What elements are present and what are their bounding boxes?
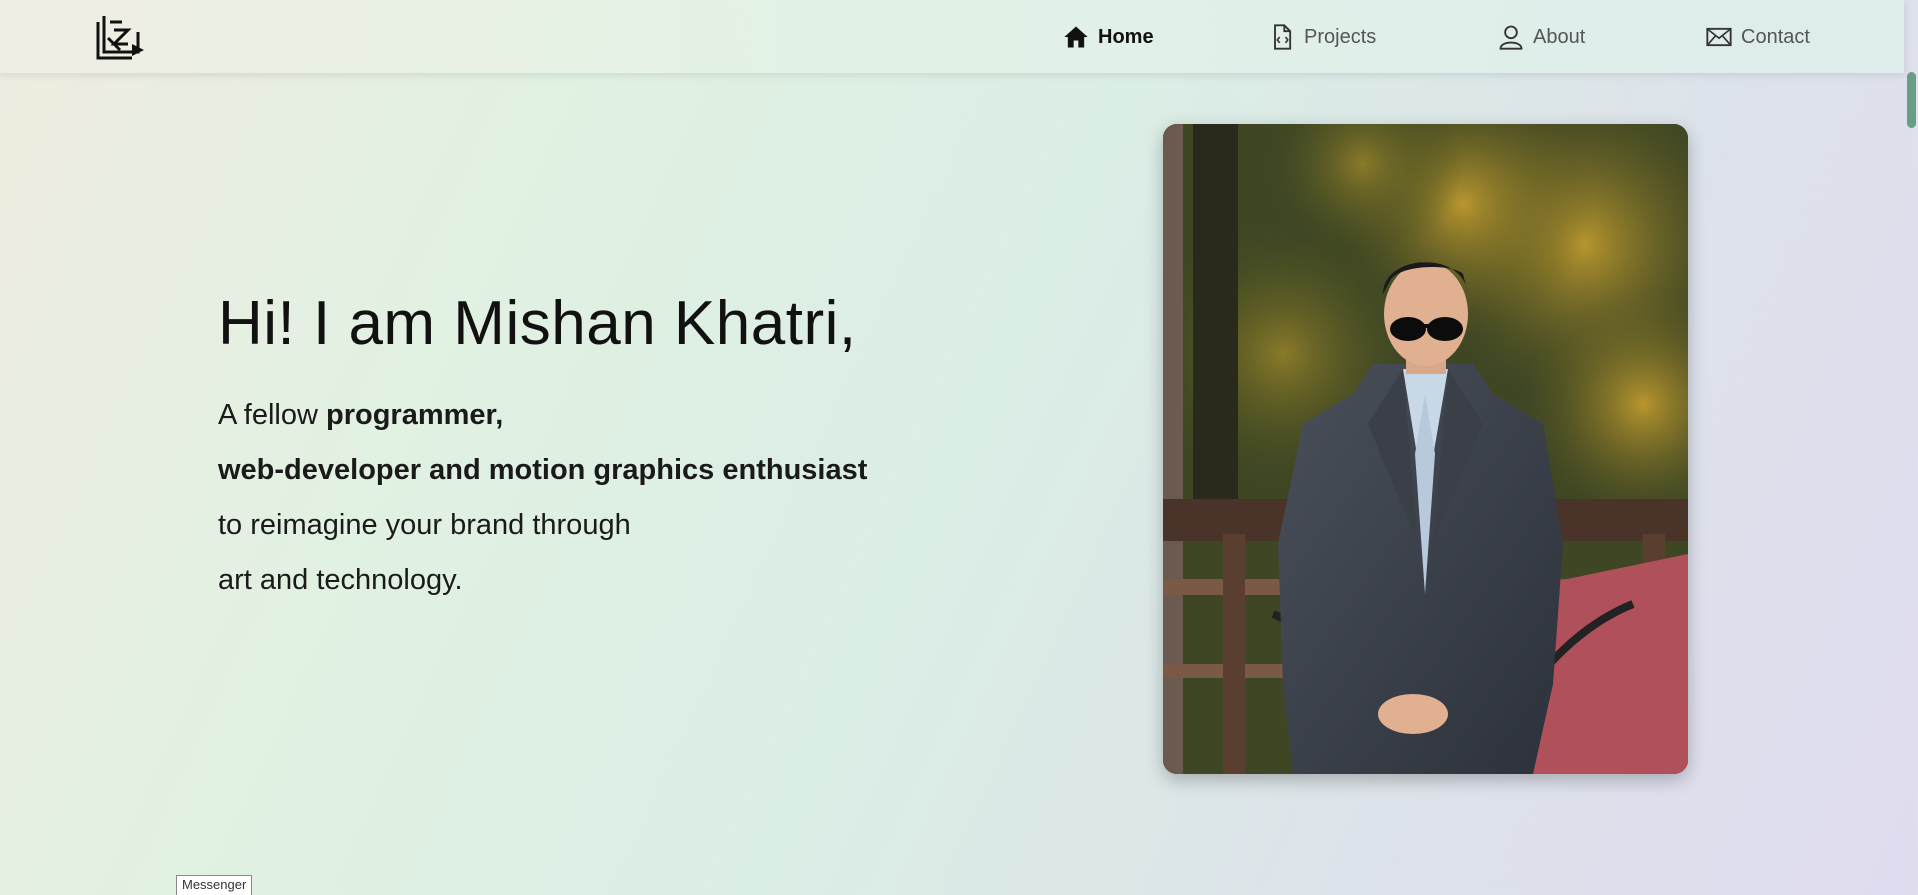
hero-section: Hi! I am Mishan Khatri, A fellow program… — [218, 289, 938, 608]
messenger-tooltip[interactable]: Messenger — [176, 875, 253, 895]
nav-projects[interactable]: Projects — [1268, 22, 1376, 52]
scrollbar-thumb[interactable] — [1907, 72, 1916, 128]
profile-photo — [1163, 124, 1688, 774]
site-logo[interactable] — [92, 8, 146, 62]
nav-home-label: Home — [1098, 25, 1154, 48]
logo-icon — [96, 16, 144, 60]
hero-line-1-prefix: A fellow — [218, 399, 326, 432]
hero-line-1-bold: programmer, — [326, 399, 504, 432]
nav-projects-label: Projects — [1304, 25, 1377, 48]
person-icon — [1499, 25, 1523, 50]
hero-heading: Hi! I am Mishan Khatri, — [218, 289, 857, 358]
scrollbar[interactable] — [1904, 0, 1918, 895]
nav-contact[interactable]: Contact — [1705, 22, 1810, 52]
hero-line-3: to reimagine your brand through — [218, 509, 631, 542]
nav-contact-label: Contact — [1741, 25, 1810, 48]
navbar: Home Projects About Contact — [0, 0, 1904, 73]
nav-home[interactable]: Home — [1062, 22, 1154, 52]
hero-line-4: art and technology. — [218, 564, 463, 597]
nav-about[interactable]: About — [1497, 22, 1585, 52]
code-file-icon — [1274, 24, 1292, 50]
hero-line-1: A fellow programmer, — [218, 388, 938, 443]
nav-about-label: About — [1533, 25, 1586, 48]
hero-line-2-bold: web-developer and motion graphics enthus… — [218, 454, 868, 487]
home-icon — [1064, 26, 1088, 48]
envelope-icon — [1706, 27, 1732, 47]
profile-photo-image — [1163, 124, 1688, 774]
hero-line-2: web-developer and motion graphics enthus… — [218, 443, 938, 498]
